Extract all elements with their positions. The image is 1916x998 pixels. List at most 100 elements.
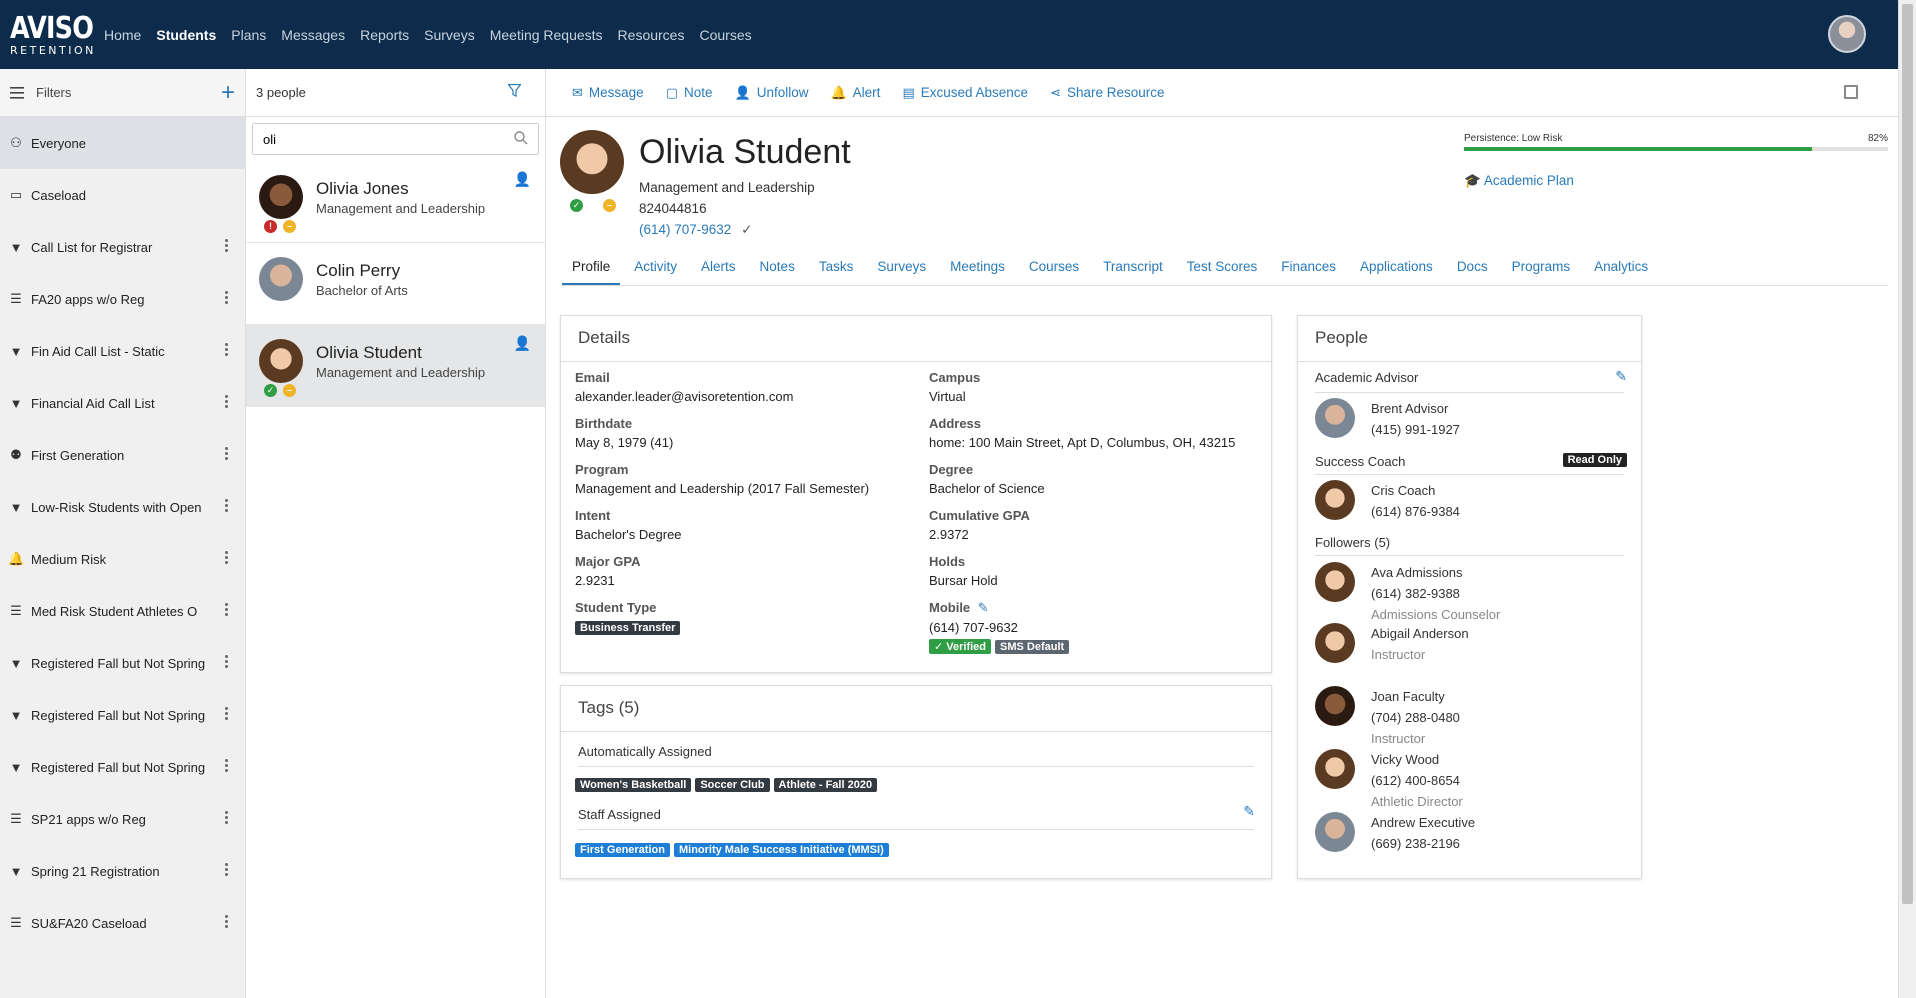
tab-surveys[interactable]: Surveys bbox=[867, 252, 936, 285]
kebab-menu-icon[interactable] bbox=[225, 915, 229, 928]
edit-advisor-pencil-icon[interactable]: ✎ bbox=[1615, 368, 1627, 385]
nav-resources[interactable]: Resources bbox=[618, 27, 685, 43]
tab-alerts[interactable]: Alerts bbox=[691, 252, 746, 285]
person-card[interactable]: Olivia Student Management and Leadership ✓… bbox=[246, 325, 545, 407]
student-phone-link[interactable]: (614) 707-9632 bbox=[639, 222, 731, 237]
person-card[interactable]: Colin Perry Bachelor of Arts bbox=[246, 243, 545, 325]
following-icon: 👤 bbox=[513, 335, 531, 351]
search-icon[interactable] bbox=[514, 131, 528, 145]
document-icon: ▤ bbox=[902, 84, 915, 100]
note-button[interactable]: ▢ Note bbox=[666, 85, 713, 101]
filter-item[interactable]: 🔔 Medium Risk bbox=[0, 533, 245, 585]
nav-reports[interactable]: Reports bbox=[360, 27, 409, 43]
nav-students[interactable]: Students bbox=[156, 27, 216, 43]
add-filter-icon[interactable]: + bbox=[221, 81, 235, 105]
kebab-menu-icon[interactable] bbox=[225, 447, 229, 460]
tab-profile[interactable]: Profile bbox=[562, 252, 621, 285]
unfollow-button[interactable]: 👤 Unfollow bbox=[735, 85, 809, 101]
person-badges: ✓ – bbox=[264, 384, 296, 397]
people-search-input[interactable] bbox=[253, 124, 538, 154]
kebab-menu-icon[interactable] bbox=[225, 655, 229, 668]
top-nav: AVISO RETENTION Home Students Plans Message… bbox=[0, 0, 1898, 69]
kebab-menu-icon[interactable] bbox=[225, 499, 229, 512]
filter-item[interactable]: ☰ Med Risk Student Athletes O bbox=[0, 585, 245, 637]
tab-applications[interactable]: Applications bbox=[1350, 252, 1443, 285]
filter-item[interactable]: ▼ Registered Fall but Not Spring bbox=[0, 637, 245, 689]
tab-transcript[interactable]: Transcript bbox=[1093, 252, 1173, 285]
kebab-menu-icon[interactable] bbox=[225, 395, 229, 408]
filter-item[interactable]: ▼ Spring 21 Registration bbox=[0, 845, 245, 897]
nav-surveys[interactable]: Surveys bbox=[424, 27, 475, 43]
message-button[interactable]: ✉ Message bbox=[572, 85, 644, 101]
academic-plan-link[interactable]: 🎓 Academic Plan bbox=[1464, 173, 1574, 189]
user-avatar[interactable] bbox=[1828, 15, 1866, 53]
filter-item[interactable]: ▭ Caseload bbox=[0, 169, 245, 221]
nav-meeting-requests[interactable]: Meeting Requests bbox=[490, 27, 603, 43]
filter-item[interactable]: ▼ Registered Fall but Not Spring bbox=[0, 741, 245, 793]
filter-item[interactable]: ☰ SU&FA20 Caseload bbox=[0, 897, 245, 949]
holds-value: Bursar Hold bbox=[929, 573, 998, 588]
person-name: Olivia Jones bbox=[316, 179, 409, 198]
persistence-fill bbox=[1464, 147, 1812, 151]
tab-finances[interactable]: Finances bbox=[1271, 252, 1346, 285]
email-value[interactable]: alexander.leader@avisoretention.com bbox=[575, 389, 793, 404]
tab-activity[interactable]: Activity bbox=[624, 252, 687, 285]
kebab-menu-icon[interactable] bbox=[225, 811, 229, 824]
follower-role: Athletic Director bbox=[1371, 794, 1463, 809]
filter-item[interactable]: ☰ SP21 apps w/o Reg bbox=[0, 793, 245, 845]
pencil-icon[interactable]: ✎ bbox=[978, 600, 989, 615]
kebab-menu-icon[interactable] bbox=[225, 343, 229, 356]
filter-item[interactable]: ▼ Call List for Registrar bbox=[0, 221, 245, 273]
share-resource-button[interactable]: ⋖ Share Resource bbox=[1050, 85, 1164, 101]
expand-icon[interactable] bbox=[1844, 85, 1858, 99]
kebab-menu-icon[interactable] bbox=[225, 603, 229, 616]
excused-absence-button[interactable]: ▤ Excused Absence bbox=[902, 85, 1028, 101]
person-card[interactable]: Olivia Jones Management and Leadership! – 👤 bbox=[246, 161, 545, 243]
kebab-menu-icon[interactable] bbox=[225, 759, 229, 772]
menu-icon[interactable] bbox=[10, 86, 24, 99]
aviso-logo[interactable]: AVISO RETENTION bbox=[10, 13, 94, 56]
kebab-menu-icon[interactable] bbox=[225, 551, 229, 564]
filter-item[interactable]: ▼ Low-Risk Students with Open bbox=[0, 481, 245, 533]
nav-plans[interactable]: Plans bbox=[231, 27, 266, 43]
tab-analytics[interactable]: Analytics bbox=[1584, 252, 1658, 285]
tags-title: Tags (5) bbox=[561, 686, 1271, 732]
page-scrollbar[interactable] bbox=[1898, 0, 1916, 998]
coach-name: Cris Coach bbox=[1371, 483, 1436, 498]
staff-tag[interactable]: Minority Male Success Initiative (MMSI) bbox=[673, 843, 889, 857]
scrollbar-thumb[interactable] bbox=[1902, 4, 1913, 904]
nav-messages[interactable]: Messages bbox=[281, 27, 345, 43]
filter-icon: ▼ bbox=[9, 499, 23, 515]
bell-icon: 🔔 bbox=[830, 84, 847, 100]
follower-name: Abigail Anderson bbox=[1371, 626, 1469, 641]
tab-docs[interactable]: Docs bbox=[1447, 252, 1498, 285]
kebab-menu-icon[interactable] bbox=[225, 291, 229, 304]
group-icon: ⚇ bbox=[10, 135, 22, 150]
filter-item[interactable]: ▼ Registered Fall but Not Spring bbox=[0, 689, 245, 741]
edit-tags-pencil-icon[interactable]: ✎ bbox=[1243, 803, 1255, 820]
funnel-icon[interactable] bbox=[508, 84, 521, 97]
filter-item[interactable]: ⚉ First Generation bbox=[0, 429, 245, 481]
staff-tag[interactable]: First Generation bbox=[575, 843, 670, 857]
address-key: Address bbox=[929, 416, 982, 431]
kebab-menu-icon[interactable] bbox=[225, 707, 229, 720]
nav-courses[interactable]: Courses bbox=[699, 27, 751, 43]
kebab-menu-icon[interactable] bbox=[225, 239, 229, 252]
tab-tasks[interactable]: Tasks bbox=[809, 252, 864, 285]
tab-notes[interactable]: Notes bbox=[750, 252, 805, 285]
filter-item[interactable]: ▼ Fin Aid Call List - Static bbox=[0, 325, 245, 377]
program-value: Management and Leadership (2017 Fall Sem… bbox=[575, 481, 870, 496]
alert-button[interactable]: 🔔 Alert bbox=[830, 85, 880, 101]
list-icon: ☰ bbox=[10, 603, 22, 618]
tab-meetings[interactable]: Meetings bbox=[940, 252, 1015, 285]
filter-item[interactable]: ▼ Financial Aid Call List bbox=[0, 377, 245, 429]
kebab-menu-icon[interactable] bbox=[225, 863, 229, 876]
tab-programs[interactable]: Programs bbox=[1502, 252, 1581, 285]
tab-courses[interactable]: Courses bbox=[1019, 252, 1089, 285]
filter-item[interactable]: ☰ FA20 apps w/o Reg bbox=[0, 273, 245, 325]
filter-item[interactable]: ⚇ Everyone bbox=[0, 117, 245, 169]
nav-home[interactable]: Home bbox=[104, 27, 141, 43]
tab-test-scores[interactable]: Test Scores bbox=[1177, 252, 1268, 285]
list-icon: ☰ bbox=[10, 291, 22, 306]
people-panel: People Academic Advisor ✎ Brent Advisor (… bbox=[1297, 315, 1642, 879]
